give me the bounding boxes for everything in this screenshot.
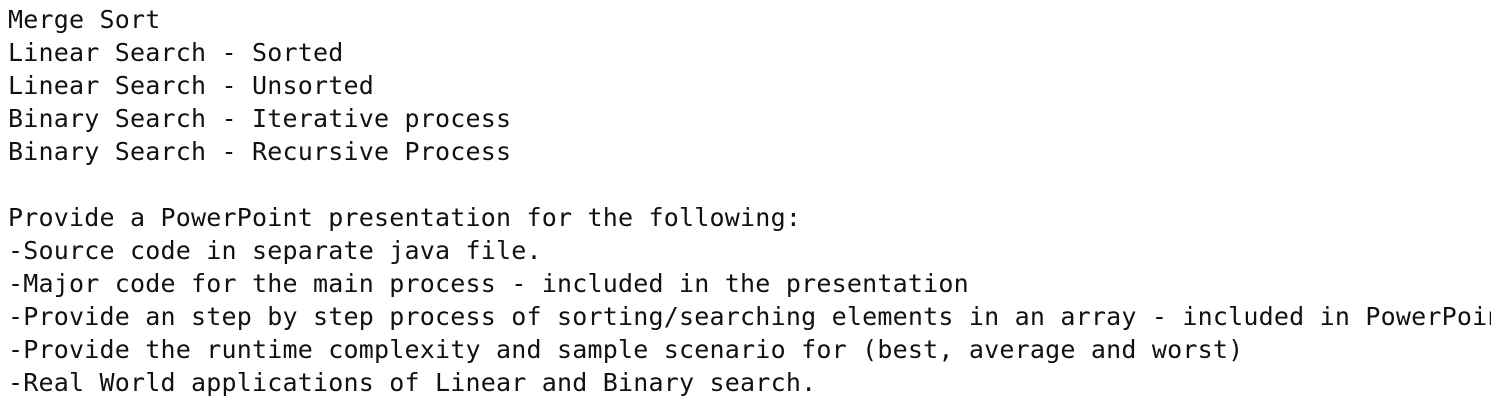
text-line: Binary Search - Iterative process — [8, 104, 512, 133]
text-editor-area[interactable]: Merge Sort Linear Search - Sorted Linear… — [0, 0, 1491, 411]
text-line: -Source code in separate java file. — [8, 236, 542, 265]
text-line: -Provide an step by step process of sort… — [8, 302, 1491, 331]
text-line: -Major code for the main process - inclu… — [8, 269, 969, 298]
text-line: -Real World applications of Linear and B… — [8, 368, 817, 397]
text-line: Linear Search - Unsorted — [8, 71, 375, 100]
text-line: Provide a PowerPoint presentation for th… — [8, 203, 802, 232]
text-line: Linear Search - Sorted — [8, 38, 344, 67]
text-line: Merge Sort — [8, 5, 161, 34]
text-line: -Provide the runtime complexity and samp… — [8, 335, 1244, 364]
text-line: Binary Search - Recursive Process — [8, 137, 512, 166]
